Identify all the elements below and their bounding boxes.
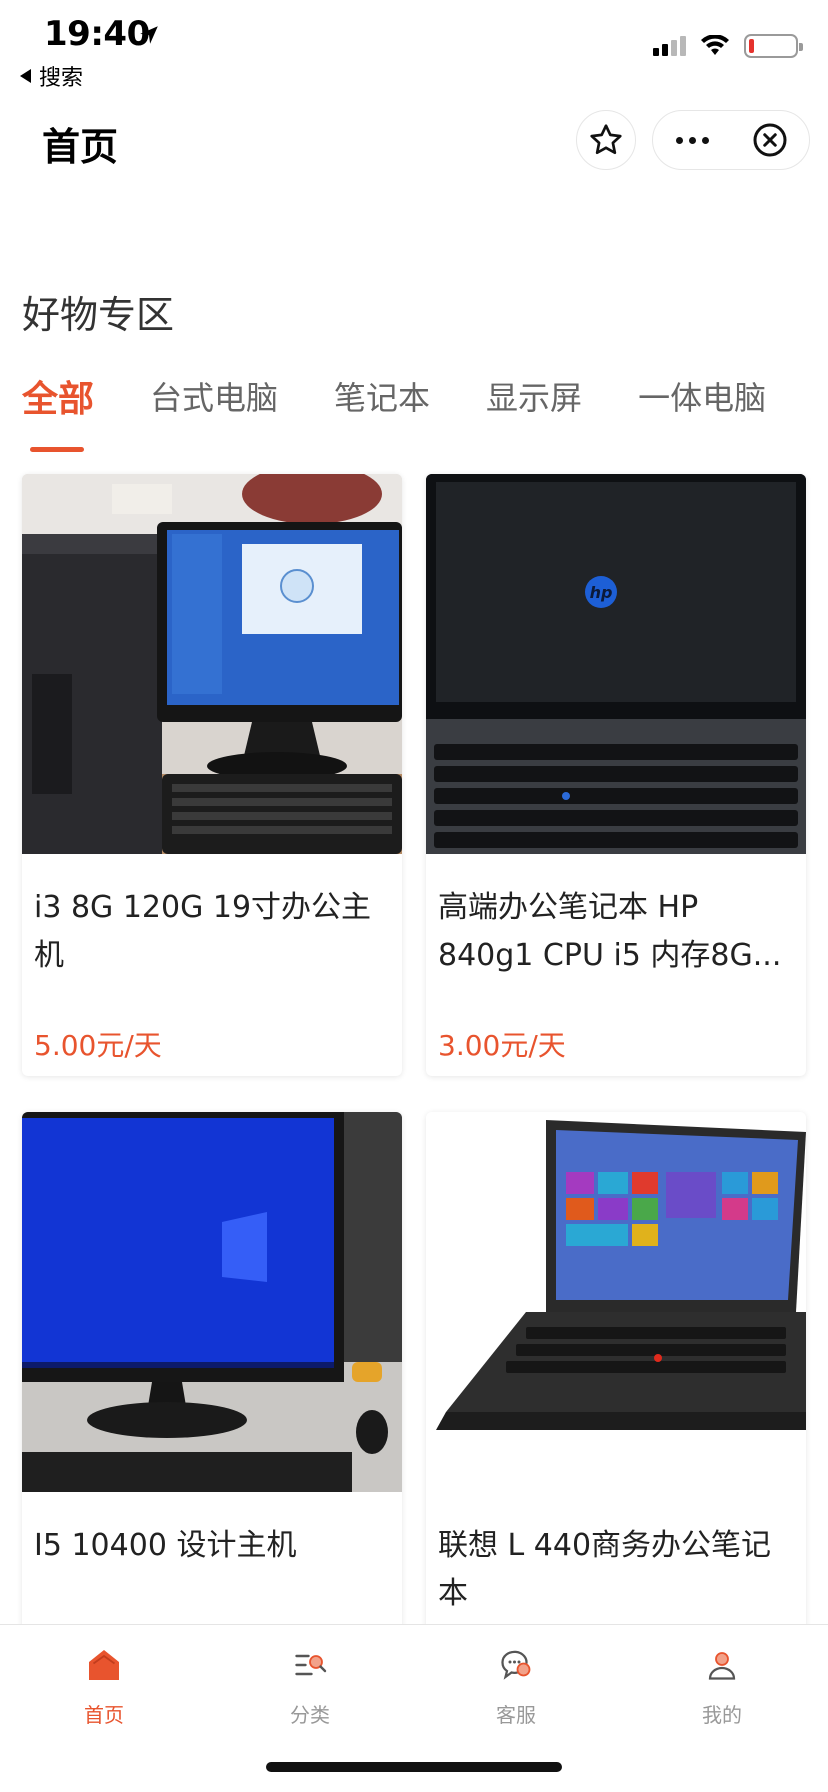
product-name: 联想 L 440商务办公笔记本 xyxy=(438,1528,772,1611)
tabbar-label: 客服 xyxy=(496,1703,536,1727)
category-tabs: 全部 台式电脑 笔记本 显示屏 一体电脑 xyxy=(22,370,822,452)
monitor-photo xyxy=(22,1112,402,1492)
tabbar-customer-service[interactable]: 客服 xyxy=(456,1643,576,1728)
back-arrow-icon xyxy=(20,69,31,83)
svg-text:hp: hp xyxy=(590,583,613,602)
battery-icon xyxy=(744,34,803,58)
close-circle-icon xyxy=(753,123,787,157)
tab-monitor[interactable]: 显示屏 xyxy=(486,373,582,419)
status-time: 19:40 xyxy=(44,14,150,54)
tabbar-label: 我的 xyxy=(702,1703,742,1727)
product-card[interactable]: 联想 L 440商务办公笔记本 xyxy=(426,1112,806,1632)
home-icon xyxy=(82,1643,126,1687)
favorite-button[interactable] xyxy=(576,110,636,170)
back-label: 搜索 xyxy=(39,66,84,91)
tabbar-label: 分类 xyxy=(290,1703,330,1727)
wifi-icon xyxy=(701,35,729,55)
product-card[interactable]: I5 10400 设计主机 xyxy=(22,1112,402,1632)
tabbar-home[interactable]: 首页 xyxy=(44,1643,164,1728)
customer-service-icon xyxy=(494,1643,538,1687)
tabbar-category[interactable]: 分类 xyxy=(250,1643,370,1728)
tab-desktop[interactable]: 台式电脑 xyxy=(150,373,278,419)
back-to-search-button[interactable]: 搜索 xyxy=(20,60,83,92)
close-miniprogram-button[interactable] xyxy=(731,111,809,169)
more-dots-icon xyxy=(675,136,683,144)
product-name: 高端办公笔记本 HP 840g1 CPU i5 内存8G... xyxy=(438,890,782,973)
product-name: i3 8G 120G 19寸办公主机 xyxy=(34,890,372,973)
tab-all-in-one[interactable]: 一体电脑 xyxy=(638,373,766,419)
cellular-signal-icon xyxy=(653,36,686,56)
miniprogram-capsule xyxy=(652,110,810,170)
status-bar: 19:40 搜索 xyxy=(0,0,828,96)
section-title: 好物专区 xyxy=(22,293,175,337)
lenovo-laptop-photo xyxy=(426,1112,806,1492)
product-price: 3.00元/天 xyxy=(438,1029,566,1062)
user-icon xyxy=(700,1643,744,1687)
product-price: 5.00元/天 xyxy=(34,1029,162,1062)
product-name: I5 10400 设计主机 xyxy=(34,1528,297,1563)
star-icon xyxy=(590,124,622,155)
page-title: 首页 xyxy=(42,125,119,169)
more-menu-button[interactable] xyxy=(653,111,731,169)
tabbar-profile[interactable]: 我的 xyxy=(662,1643,782,1728)
location-arrow-icon xyxy=(140,26,158,44)
product-card[interactable]: hp 高端办公笔记本 HP 840g1 CPU i5 内存8G... 3.00元… xyxy=(426,474,806,1076)
home-indicator xyxy=(266,1762,562,1772)
tab-laptop[interactable]: 笔记本 xyxy=(334,373,430,419)
navigation-bar: 首页 xyxy=(0,96,828,186)
product-card[interactable]: i3 8G 120G 19寸办公主机 5.00元/天 xyxy=(22,474,402,1076)
hp-laptop-photo: hp xyxy=(426,474,806,854)
tab-all[interactable]: 全部 xyxy=(22,370,94,452)
system-icons xyxy=(653,34,803,58)
tabbar-label: 首页 xyxy=(84,1703,124,1727)
desktop-pc-photo xyxy=(22,474,402,854)
category-search-icon xyxy=(288,1643,332,1687)
